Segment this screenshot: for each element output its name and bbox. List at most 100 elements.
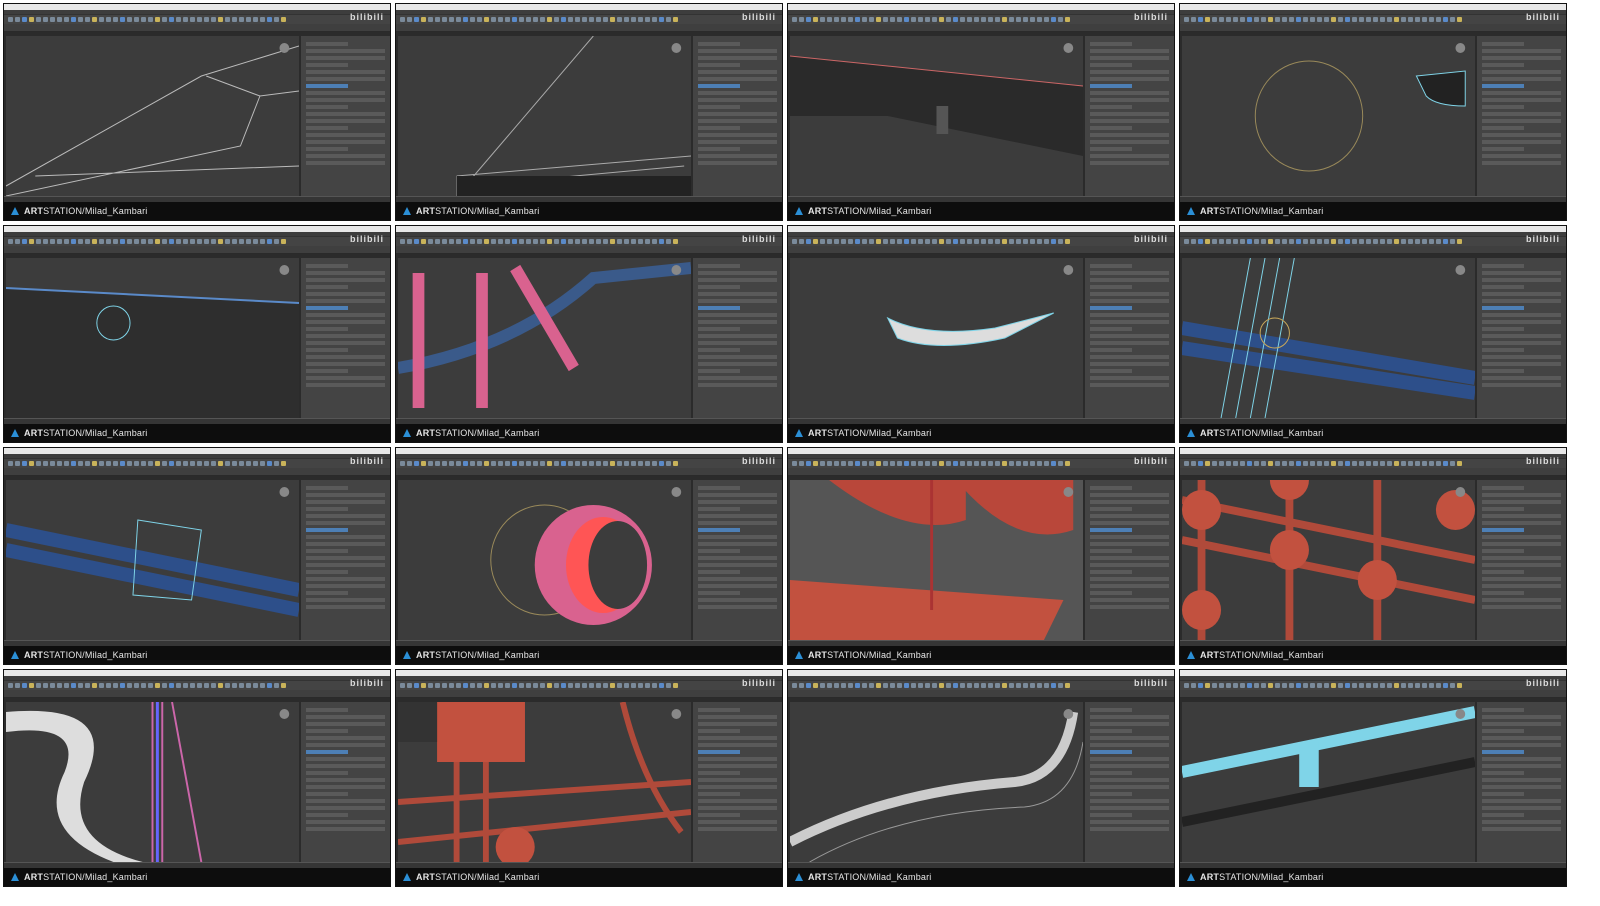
command-panel-control[interactable] — [698, 514, 777, 518]
toolbar-icon[interactable] — [1268, 683, 1273, 688]
toolbar-icon[interactable] — [666, 461, 671, 466]
command-panel-control[interactable] — [698, 792, 740, 796]
command-panel-control[interactable] — [1482, 799, 1561, 803]
toolbar-icon[interactable] — [1457, 17, 1462, 22]
toolbar-icon[interactable] — [1401, 683, 1406, 688]
viewport[interactable] — [6, 36, 299, 196]
toolbar-icon[interactable] — [64, 239, 69, 244]
toolbar-icon[interactable] — [246, 17, 251, 22]
toolbar-icon[interactable] — [512, 17, 517, 22]
toolbar-icon[interactable] — [792, 683, 797, 688]
command-panel-control[interactable] — [1090, 743, 1169, 747]
toolbar-icon[interactable] — [806, 239, 811, 244]
toolbar-icon[interactable] — [932, 683, 937, 688]
toolbar-icon[interactable] — [918, 683, 923, 688]
command-panel-control[interactable] — [1090, 147, 1132, 151]
toolbar-icon[interactable] — [99, 683, 104, 688]
toolbar-icon[interactable] — [1226, 461, 1231, 466]
toolbar-icon[interactable] — [92, 17, 97, 22]
command-panel-control[interactable] — [1482, 369, 1524, 373]
toolbar-icon[interactable] — [120, 683, 125, 688]
toolbar-icon[interactable] — [281, 17, 286, 22]
toolbar-icon[interactable] — [540, 461, 545, 466]
toolbar-icon[interactable] — [582, 17, 587, 22]
toolbar-icon[interactable] — [1366, 239, 1371, 244]
toolbar-icon[interactable] — [603, 17, 608, 22]
command-panel-control[interactable] — [698, 764, 777, 768]
toolbar-icon[interactable] — [883, 683, 888, 688]
command-panel-control[interactable] — [698, 292, 777, 296]
toolbar-icon[interactable] — [673, 683, 678, 688]
toolbar-icon[interactable] — [1261, 17, 1266, 22]
toolbar-icon[interactable] — [1233, 461, 1238, 466]
toolbar-icon[interactable] — [36, 683, 41, 688]
toolbar-icon[interactable] — [1310, 239, 1315, 244]
toolbar-icon[interactable] — [1380, 461, 1385, 466]
command-panel-control[interactable] — [698, 743, 777, 747]
toolbar-icon[interactable] — [561, 461, 566, 466]
toolbar-icon[interactable] — [533, 239, 538, 244]
command-panel-control[interactable] — [1482, 563, 1561, 567]
command-panel-control[interactable] — [306, 757, 385, 761]
toolbar-icon[interactable] — [218, 461, 223, 466]
command-panel-control[interactable] — [698, 827, 777, 831]
toolbar-icon[interactable] — [141, 461, 146, 466]
toolbar-icon[interactable] — [932, 17, 937, 22]
toolbar-icon[interactable] — [925, 461, 930, 466]
toolbar-icon[interactable] — [1198, 239, 1203, 244]
command-panel-control[interactable] — [698, 355, 777, 359]
toolbar-icon[interactable] — [400, 461, 405, 466]
toolbar-icon[interactable] — [50, 239, 55, 244]
toolbar-icon[interactable] — [960, 683, 965, 688]
video-thumbnail[interactable]: bilibili ARTSTATION/Milad_Kambari — [1179, 669, 1567, 887]
toolbar-icon[interactable] — [1373, 17, 1378, 22]
toolbar-icon[interactable] — [911, 239, 916, 244]
toolbar-icon[interactable] — [589, 239, 594, 244]
toolbar-icon[interactable] — [274, 683, 279, 688]
toolbar-icon[interactable] — [918, 17, 923, 22]
command-panel-control[interactable] — [306, 778, 385, 782]
toolbar-icon[interactable] — [967, 461, 972, 466]
command-panel-control[interactable] — [1482, 126, 1524, 130]
toolbar-icon[interactable] — [561, 239, 566, 244]
toolbar-icon[interactable] — [1457, 461, 1462, 466]
toolbar-icon[interactable] — [470, 461, 475, 466]
toolbar-icon[interactable] — [869, 239, 874, 244]
command-panel-control[interactable] — [1090, 77, 1169, 81]
toolbar-icon[interactable] — [988, 683, 993, 688]
toolbar-icon[interactable] — [162, 461, 167, 466]
command-panel-control[interactable] — [306, 806, 385, 810]
toolbar-icon[interactable] — [281, 239, 286, 244]
command-panel-control[interactable] — [1482, 383, 1561, 387]
toolbar-icon[interactable] — [1310, 683, 1315, 688]
toolbar-icon[interactable] — [911, 461, 916, 466]
toolbar-icon[interactable] — [36, 239, 41, 244]
toolbar-icon[interactable] — [834, 17, 839, 22]
command-panel-control[interactable] — [306, 486, 348, 490]
toolbar-icon[interactable] — [470, 17, 475, 22]
toolbar-icon[interactable] — [953, 17, 958, 22]
command-panel-control[interactable] — [698, 507, 740, 511]
toolbar-icon[interactable] — [1044, 461, 1049, 466]
toolbar-icon[interactable] — [106, 239, 111, 244]
toolbar-icon[interactable] — [484, 461, 489, 466]
command-panel-control[interactable] — [306, 577, 385, 581]
toolbar-icon[interactable] — [1352, 461, 1357, 466]
command-panel-control[interactable] — [306, 729, 348, 733]
toolbar-icon[interactable] — [1359, 239, 1364, 244]
toolbar-icon[interactable] — [897, 461, 902, 466]
command-panel-control[interactable] — [1090, 334, 1169, 338]
toolbar-icon[interactable] — [8, 461, 13, 466]
toolbar-icon[interactable] — [1450, 461, 1455, 466]
toolbar-icon[interactable] — [1233, 17, 1238, 22]
command-panel-control[interactable] — [1482, 147, 1524, 151]
toolbar-icon[interactable] — [1366, 683, 1371, 688]
toolbar-icon[interactable] — [652, 461, 657, 466]
toolbar-icon[interactable] — [498, 239, 503, 244]
toolbar-icon[interactable] — [183, 239, 188, 244]
toolbar-icon[interactable] — [505, 239, 510, 244]
viewport[interactable] — [6, 258, 299, 418]
toolbar-icon[interactable] — [953, 683, 958, 688]
toolbar-icon[interactable] — [953, 239, 958, 244]
toolbar-icon[interactable] — [939, 683, 944, 688]
